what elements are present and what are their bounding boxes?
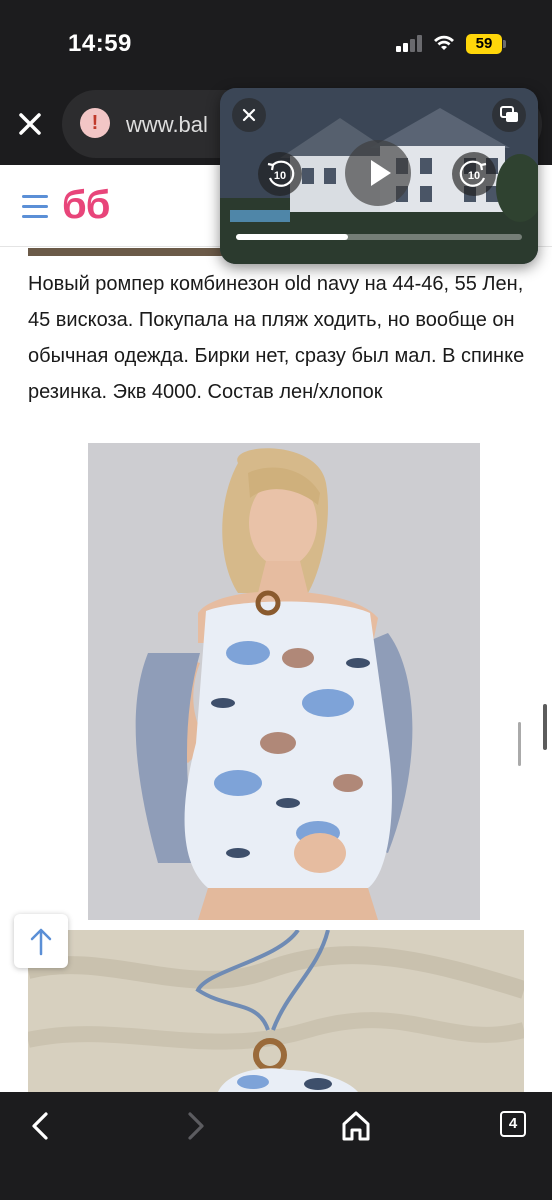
forward-nav-icon[interactable] [176, 1106, 216, 1146]
battery-icon: 59 [466, 34, 502, 54]
menu-icon[interactable] [22, 195, 48, 219]
wifi-icon [434, 35, 454, 50]
page-scrollbar[interactable] [543, 704, 547, 750]
rewind-button[interactable]: 10 [258, 152, 302, 196]
scroll-to-top-button[interactable] [14, 914, 68, 968]
video-progress-bar[interactable] [236, 234, 522, 240]
forward-icon: 10 [459, 160, 487, 187]
romper-flatlay-illustration [28, 930, 524, 1092]
back-icon[interactable] [20, 1106, 60, 1146]
status-time: 14:59 [68, 30, 132, 57]
close-icon [242, 108, 256, 122]
skip-forward-label: 10 [468, 170, 480, 182]
site-logo[interactable]: бб [62, 183, 110, 228]
romper-model-illustration [88, 443, 480, 920]
url-text[interactable]: www.bal [126, 112, 208, 138]
tabs-button[interactable]: 4 [500, 1111, 526, 1137]
status-bar: 14:59 59 [0, 0, 552, 90]
product-photo-model[interactable] [88, 443, 480, 920]
pip-video-player[interactable]: 10 10 [220, 88, 538, 264]
rewind-icon: 10 [267, 160, 295, 187]
pip-close-button[interactable] [232, 98, 266, 132]
expand-icon [500, 106, 518, 122]
pip-expand-button[interactable] [492, 98, 526, 132]
product-photo-flatlay[interactable] [28, 930, 524, 1092]
warning-icon[interactable]: ! [80, 108, 110, 138]
signal-icon [396, 34, 424, 52]
scroll-indicator [518, 722, 521, 766]
battery-tip [503, 40, 506, 48]
forward-button[interactable]: 10 [452, 152, 496, 196]
browser-toolbar: 4 [0, 1092, 552, 1200]
play-button[interactable] [345, 140, 411, 206]
play-icon [371, 160, 391, 186]
previous-image-edge [28, 248, 222, 256]
video-progress-fill [236, 234, 348, 240]
skip-back-label: 10 [274, 170, 286, 182]
arrow-up-icon [30, 928, 52, 956]
close-icon[interactable] [14, 108, 46, 140]
home-icon[interactable] [336, 1106, 376, 1146]
post-description: Новый ромпер комбинезон old navy на 44-4… [28, 273, 525, 403]
